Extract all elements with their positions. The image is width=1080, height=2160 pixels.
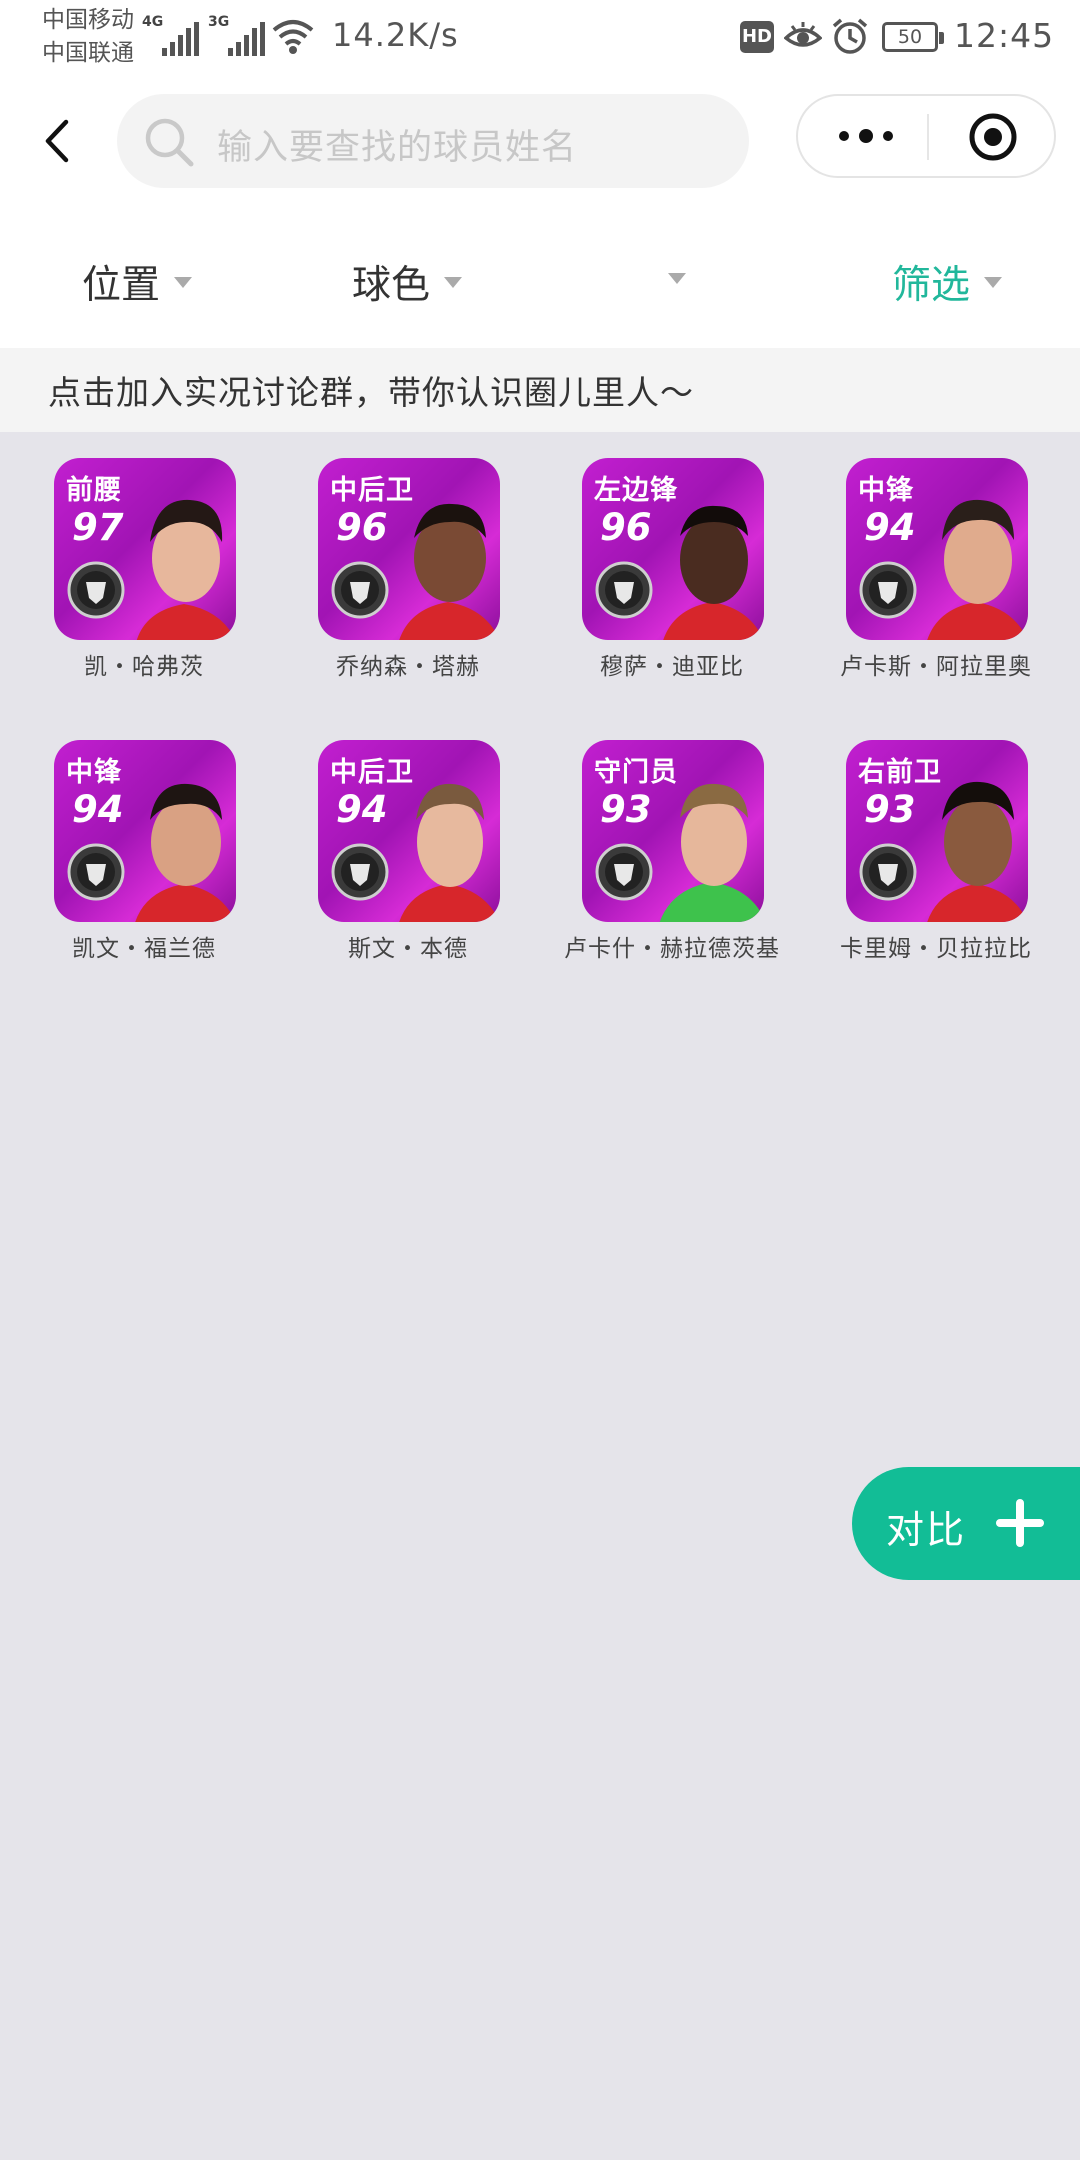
search-placeholder: 输入要查找的球员姓名	[217, 128, 578, 168]
player-photo	[927, 499, 1028, 640]
player-name: 卢卡什・赫拉德茨基	[564, 936, 780, 962]
player-rating: 93	[864, 788, 916, 831]
hd-badge: HD	[740, 21, 774, 53]
chevron-down-icon	[668, 273, 686, 284]
club-badge-icon	[595, 561, 653, 619]
filter-position[interactable]: 位置	[82, 254, 193, 308]
status-bar: 中国移动 中国联通 4G 3G 14.2K/s HD 50 12:45	[0, 0, 1080, 80]
compare-button[interactable]: 对比	[852, 1467, 1080, 1580]
miniprogram-capsule	[796, 94, 1056, 178]
player-position: 中锋	[858, 475, 914, 506]
player-rating: 96	[600, 506, 652, 549]
club-badge-icon	[859, 843, 917, 901]
back-arrow-icon[interactable]	[38, 116, 78, 166]
filter-position-label: 位置	[82, 263, 161, 308]
player-name: 凯文・福兰德	[72, 936, 216, 962]
filter-screen-label: 筛选	[892, 263, 971, 308]
player-position: 守门员	[594, 757, 678, 788]
player-position: 前腰	[66, 475, 122, 506]
signal-bars-icon	[228, 22, 265, 56]
player-position: 中后卫	[330, 757, 414, 788]
chevron-down-icon	[444, 276, 463, 288]
player-name: 卡里姆・贝拉拉比	[840, 936, 1032, 962]
battery-indicator: 50	[882, 22, 944, 52]
player-rating: 96	[336, 506, 388, 549]
club-badge-icon	[595, 843, 653, 901]
player-name: 卢卡斯・阿拉里奥	[840, 654, 1032, 680]
filter-screen[interactable]: 筛选	[892, 254, 1003, 308]
player-avatar: 中后卫 96	[318, 458, 500, 640]
wifi-icon	[272, 20, 314, 54]
filter-color-label: 球色	[352, 263, 431, 308]
filter-card-color[interactable]: 球色	[352, 254, 463, 308]
player-avatar: 左边锋 96	[582, 458, 764, 640]
carrier-1: 中国移动	[42, 7, 134, 33]
signal-bars-icon	[162, 22, 199, 56]
search-icon	[145, 118, 194, 167]
player-avatar: 前腰 97	[54, 458, 236, 640]
player-position: 左边锋	[594, 475, 678, 506]
club-badge-icon	[331, 843, 389, 901]
player-rating: 94	[864, 506, 916, 549]
search-input[interactable]: 输入要查找的球员姓名	[117, 94, 749, 188]
banner-text: 点击加入实况讨论群，带你认识圈儿里人～	[48, 373, 694, 412]
carrier-names: 中国移动 中国联通	[42, 4, 134, 70]
player-rating: 97	[72, 506, 124, 549]
player-photo	[136, 499, 236, 640]
player-position: 右前卫	[858, 757, 942, 788]
eye-comfort-icon	[784, 22, 822, 47]
club-badge-icon	[67, 843, 125, 901]
capsule-divider	[927, 114, 929, 160]
player-avatar: 中锋 94	[846, 458, 1028, 640]
player-rating: 94	[336, 788, 388, 831]
compare-label: 对比	[886, 1508, 967, 1552]
player-name: 穆萨・迪亚比	[600, 654, 744, 680]
player-rating: 94	[72, 788, 124, 831]
club-badge-icon	[331, 561, 389, 619]
carrier-2: 中国联通	[42, 40, 134, 66]
chevron-down-icon	[174, 276, 193, 288]
network-speed: 14.2K/s	[332, 16, 459, 54]
nav-bar: 输入要查找的球员姓名	[0, 80, 1080, 204]
network-type-2: 3G	[208, 14, 230, 30]
chevron-down-icon	[984, 276, 1003, 288]
player-position: 中后卫	[330, 475, 414, 506]
clock: 12:45	[954, 16, 1055, 55]
plus-icon	[996, 1499, 1044, 1547]
player-name: 斯文・本德	[348, 936, 468, 962]
filter-third[interactable]	[654, 254, 686, 304]
player-name: 凯・哈弗茨	[84, 654, 204, 680]
player-avatar: 中后卫 94	[318, 740, 500, 922]
player-position: 中锋	[66, 757, 122, 788]
club-badge-icon	[67, 561, 125, 619]
player-avatar: 中锋 94	[54, 740, 236, 922]
club-badge-icon	[859, 561, 917, 619]
filter-bar: 位置 球色 筛选	[0, 204, 1080, 348]
alarm-icon	[832, 18, 868, 54]
player-avatar: 右前卫 93	[846, 740, 1028, 922]
group-chat-banner[interactable]: 点击加入实况讨论群，带你认识圈儿里人～	[0, 348, 1080, 432]
player-avatar: 守门员 93	[582, 740, 764, 922]
network-type-1: 4G	[142, 14, 164, 30]
more-options-icon[interactable]	[836, 116, 896, 156]
player-photo	[135, 783, 236, 922]
player-name: 乔纳森・塔赫	[336, 654, 480, 680]
close-miniprogram-icon[interactable]	[968, 112, 1018, 162]
player-rating: 93	[600, 788, 652, 831]
